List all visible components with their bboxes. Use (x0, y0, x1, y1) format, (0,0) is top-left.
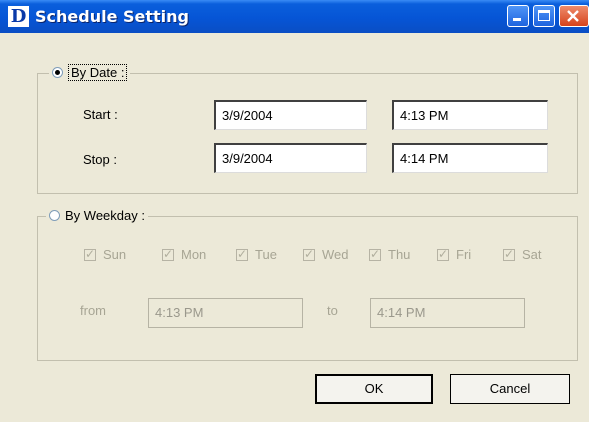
sun-label: Sun (103, 247, 127, 262)
mon-label: Mon (181, 247, 207, 262)
minimize-icon (513, 18, 521, 21)
title-bar[interactable]: D Schedule Setting (0, 0, 589, 33)
start-time-field[interactable]: 4:13 PM (392, 100, 548, 130)
by-date-option[interactable]: By Date : (49, 64, 131, 81)
to-time-field[interactable]: 4:14 PM (370, 298, 525, 328)
close-button[interactable] (559, 5, 589, 27)
checkbox-box (84, 247, 96, 261)
stop-date-field[interactable]: 3/9/2004 (214, 143, 367, 173)
sat-label: Sat (522, 247, 542, 262)
from-time-field[interactable]: 4:13 PM (148, 298, 303, 328)
checkbox-box (437, 247, 449, 261)
cancel-button[interactable]: Cancel (450, 374, 570, 404)
fri-checkbox[interactable]: Fri (437, 247, 471, 262)
tue-checkbox[interactable]: Tue (236, 247, 277, 262)
maximize-icon (538, 10, 550, 21)
wed-label: Wed (322, 247, 349, 262)
maximize-button[interactable] (533, 5, 555, 27)
from-label: from (80, 303, 106, 318)
window-title: Schedule Setting (35, 7, 189, 26)
checkbox-box (369, 247, 381, 261)
by-weekday-option[interactable]: By Weekday : (46, 208, 148, 223)
to-label: to (327, 303, 338, 318)
checkbox-box (162, 247, 174, 261)
by-date-label: By Date : (68, 64, 128, 81)
start-label: Start : (83, 107, 118, 122)
by-date-group (37, 73, 578, 194)
by-date-radio[interactable] (52, 67, 63, 78)
ok-button[interactable]: OK (315, 374, 433, 404)
thu-checkbox[interactable]: Thu (369, 247, 410, 262)
stop-label: Stop : (83, 152, 117, 167)
checkbox-box (503, 247, 515, 261)
wed-checkbox[interactable]: Wed (303, 247, 349, 262)
minimize-button[interactable] (507, 5, 529, 27)
by-weekday-radio[interactable] (49, 210, 60, 221)
checkbox-box (303, 247, 315, 261)
thu-label: Thu (388, 247, 411, 262)
stop-time-field[interactable]: 4:14 PM (392, 143, 548, 173)
app-logo-icon: D (8, 6, 29, 27)
checkbox-box (236, 247, 248, 261)
close-icon (567, 10, 579, 22)
schedule-setting-dialog: D Schedule Setting By Date : Start : 3/9… (0, 0, 589, 422)
start-date-field[interactable]: 3/9/2004 (214, 100, 367, 130)
by-weekday-label: By Weekday : (65, 208, 145, 223)
sun-checkbox[interactable]: Sun (84, 247, 126, 262)
by-weekday-group (37, 216, 578, 361)
fri-label: Fri (456, 247, 472, 262)
mon-checkbox[interactable]: Mon (162, 247, 206, 262)
tue-label: Tue (255, 247, 277, 262)
sat-checkbox[interactable]: Sat (503, 247, 542, 262)
